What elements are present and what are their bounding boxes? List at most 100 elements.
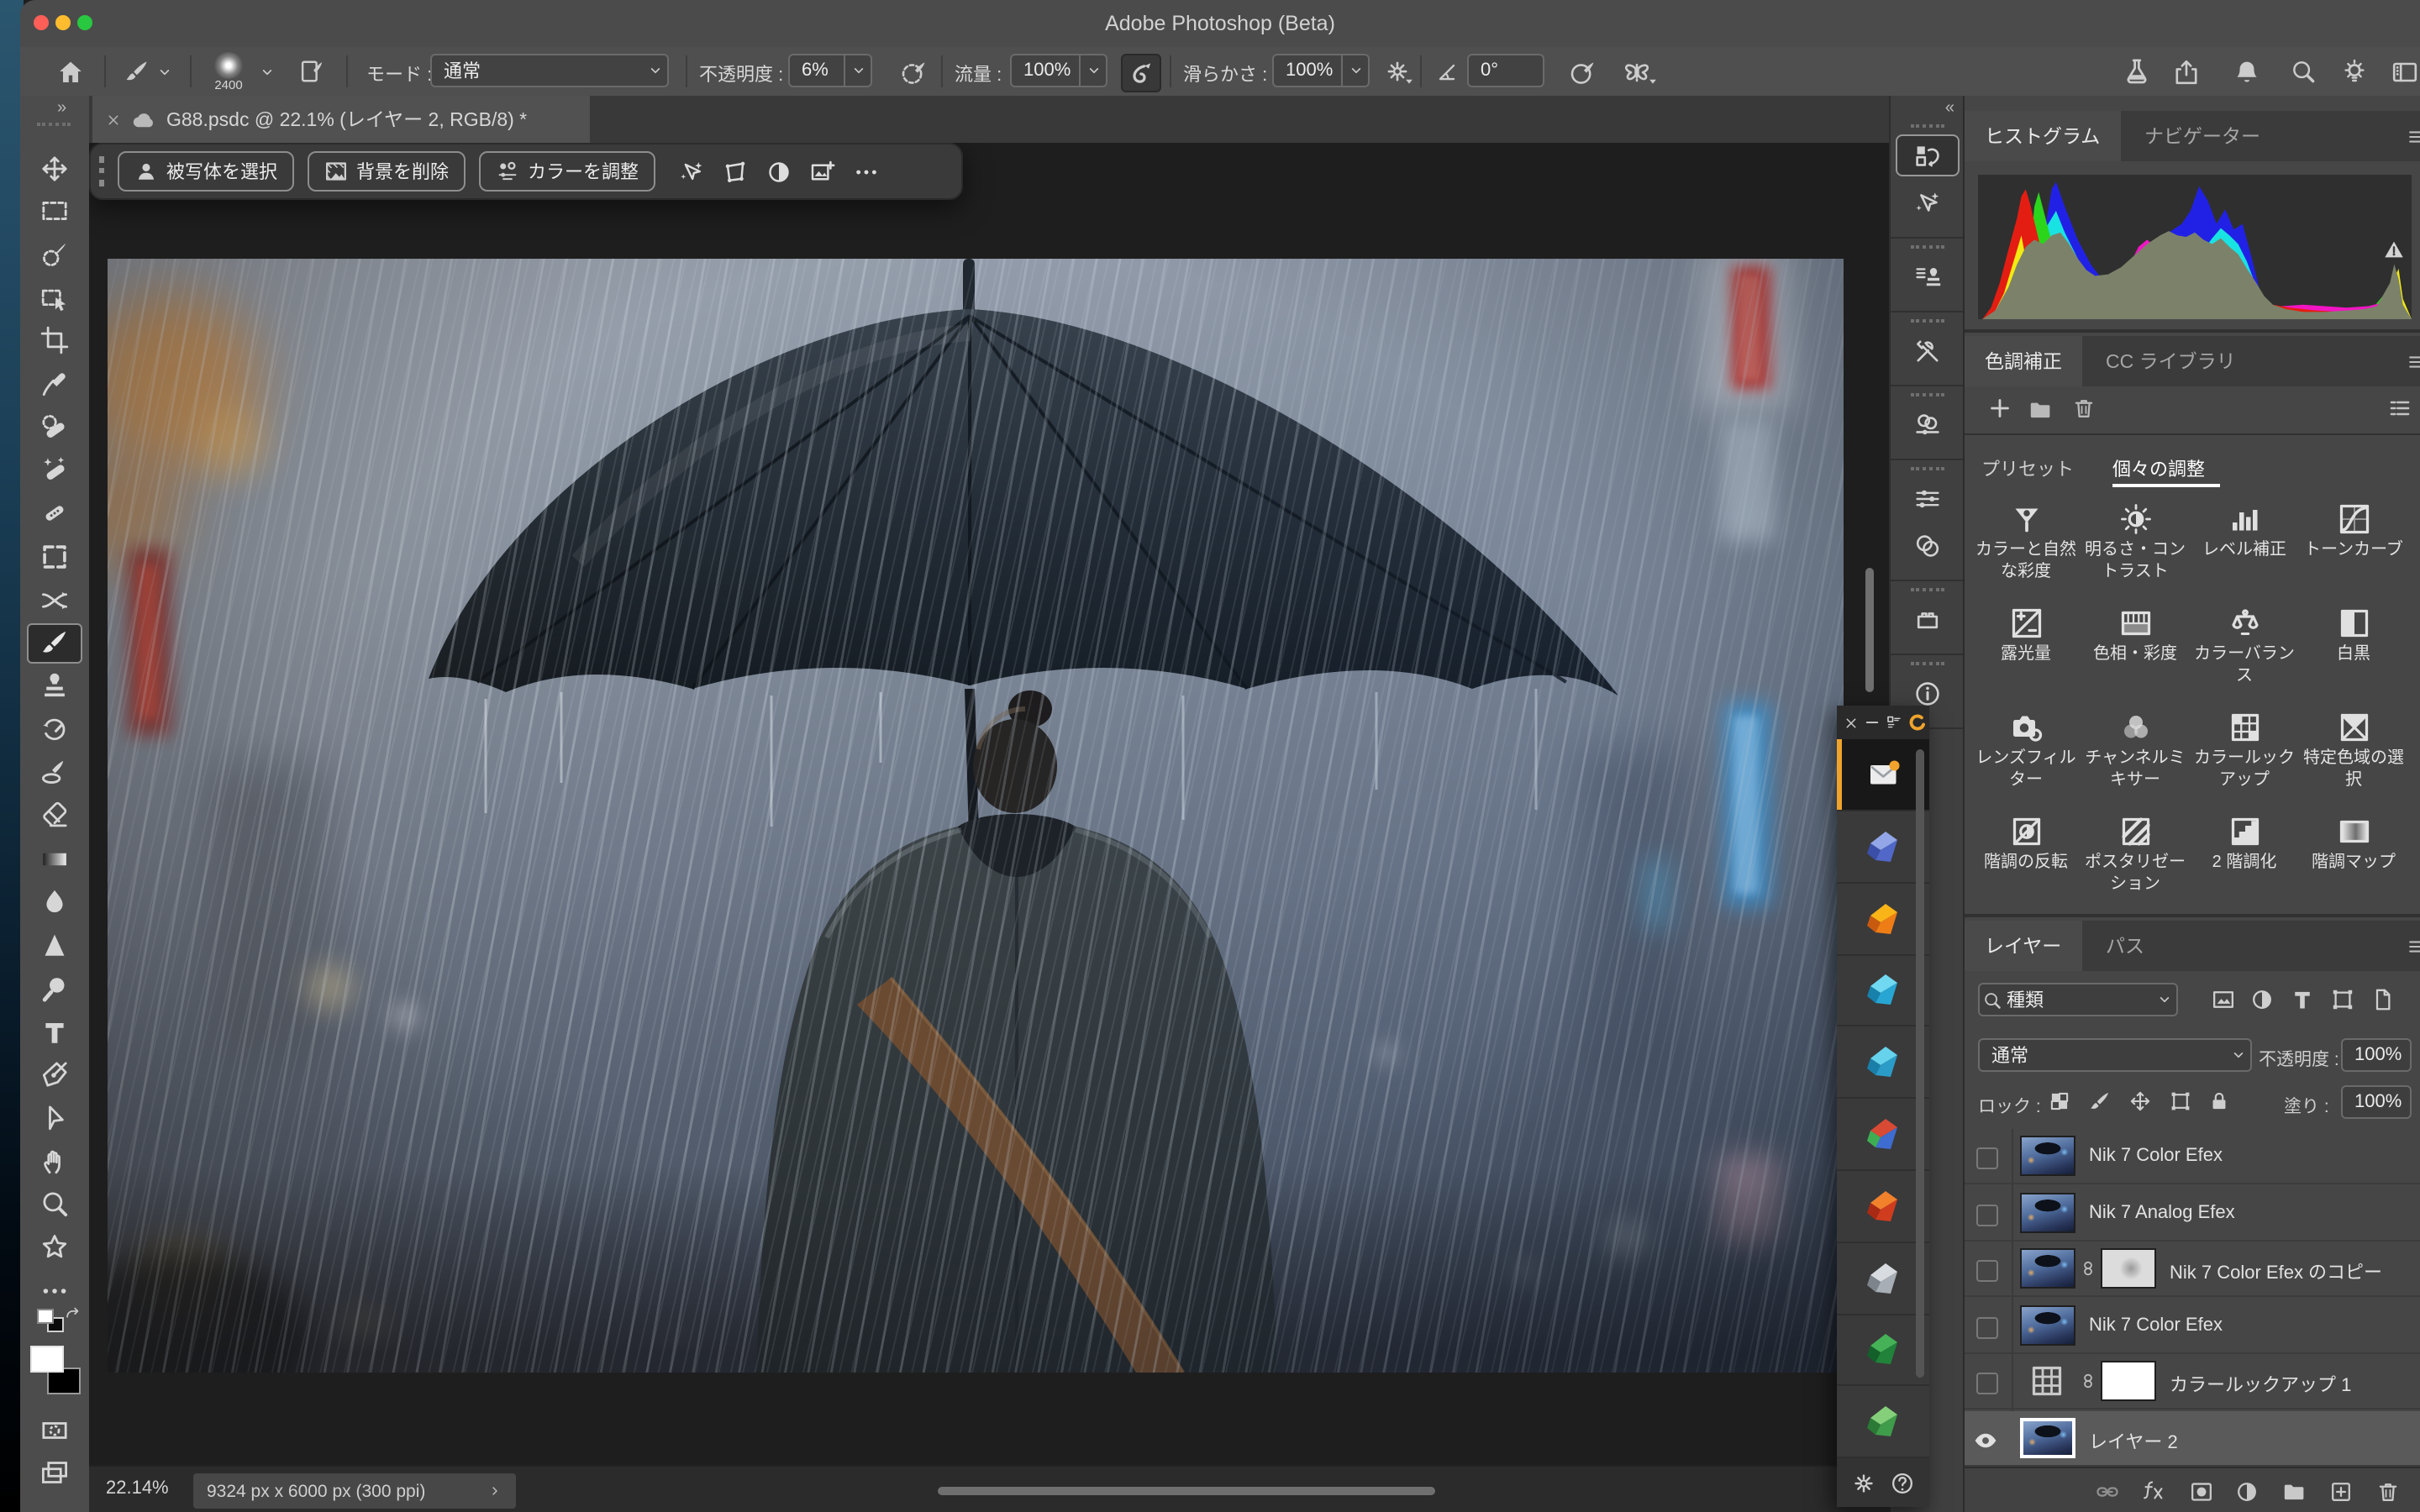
adjustment-color-vibrance[interactable]: カラーと自然な彩度 [1975,499,2077,583]
dock-grip[interactable] [1911,319,1944,323]
dock-grip[interactable] [1911,588,1944,591]
adjustment-curves[interactable]: トーンカーブ [2302,499,2405,562]
layer-name[interactable]: Nik 7 Color Efex [2089,1315,2223,1335]
brush-angle-input[interactable]: 0° [1467,54,1544,87]
layer-row[interactable]: レイヤー 2 [1965,1410,2420,1466]
new-group-icon[interactable] [2282,1480,2306,1504]
tool-spot-healing[interactable] [27,407,82,447]
dock-adjustments-sliders-icon[interactable] [1896,477,1960,519]
discover-lightbulb-icon[interactable] [2336,54,2373,89]
visibility-toggle-empty[interactable] [1976,1260,1998,1282]
chevron-down-icon[interactable] [255,54,279,89]
share-icon[interactable] [2168,54,2205,89]
tool-sharpen[interactable] [27,925,82,965]
layer-thumbnail[interactable] [2020,1305,2075,1345]
mask-link-icon[interactable] [2081,1368,2096,1394]
airbrush-toggle-icon[interactable] [1121,54,1161,92]
dock-grip[interactable] [1911,393,1944,396]
tool-pen[interactable] [27,1054,82,1095]
flow-input[interactable]: 100% [1010,54,1107,87]
layer-row[interactable]: Nik 7 Color Efex [1965,1298,2420,1353]
status-chevron-icon[interactable] [487,1483,502,1499]
lock-artboard-icon[interactable] [2170,1090,2191,1112]
tool-blur[interactable] [27,882,82,922]
layer-thumbnail[interactable] [2020,1136,2075,1176]
document-info[interactable]: 9324 px x 6000 px (300 ppi) [193,1473,516,1509]
adjustment-channel-mixer[interactable]: チャンネルミキサー [2084,707,2186,791]
adjustments-tab[interactable]: 色調補正 [1965,336,2082,386]
panel-menu-icon[interactable] [2407,126,2420,148]
filter-smart-objects-icon[interactable] [2371,988,2395,1011]
swap-colors-icon[interactable] [64,1305,82,1324]
adjustment-brightness-contrast[interactable]: 明るさ・コントラスト [2084,499,2186,583]
layer-name[interactable]: レイヤー 2 [2089,1427,2178,1454]
link-layers-icon[interactable] [2096,1480,2119,1504]
layer-thumbnail[interactable] [2020,1248,2075,1289]
tool-mixer-brush[interactable] [27,753,82,793]
smoothing-input[interactable]: 100% [1272,54,1370,87]
adjustment-black-white[interactable]: 白黒 [2302,603,2405,666]
tool-dodge[interactable] [27,969,82,1009]
taskbar-add-image-icon[interactable] [800,159,844,184]
dock-expand-button[interactable]: « [1945,99,1954,118]
visibility-toggle-empty[interactable] [1976,1373,1998,1394]
tool-crop[interactable] [27,321,82,361]
brush-tool-preset-icon[interactable] [118,54,155,89]
new-layer-icon[interactable] [2329,1480,2353,1504]
toolbar-collapse-button[interactable]: » [57,99,66,118]
adjustment-color-lookup[interactable]: カラールックアップ [2193,707,2296,791]
layer-fill-input[interactable]: 100% [2341,1085,2412,1119]
layer-row[interactable]: Nik 7 Color Efex [1965,1129,2420,1184]
adjustment-hue-saturation[interactable]: 色相・彩度 [2084,603,2186,666]
tool-hand[interactable] [27,1141,82,1181]
mask-link-icon[interactable] [2081,1255,2096,1282]
add-layer-mask-icon[interactable] [2190,1480,2213,1504]
layer-thumbnail[interactable] [2020,1192,2075,1232]
taskbar-drag-handle[interactable] [91,156,118,186]
lock-all-icon[interactable] [2208,1090,2230,1112]
tool-selection-brush[interactable] [27,234,82,275]
adjustment-invert[interactable]: 階調の反転 [1975,811,2077,874]
tool-gradient[interactable] [27,838,82,879]
layer-row[interactable]: Nik 7 Color Efex のコピー [1965,1242,2420,1297]
chevron-down-icon[interactable] [153,54,176,89]
tool-swap[interactable] [27,580,82,620]
tool-move[interactable] [27,148,82,188]
zoom-level[interactable]: 22.14% [106,1478,169,1499]
adjustments-tab[interactable]: CC ライブラリ [2086,336,2256,386]
notifications-bell-icon[interactable] [2228,54,2265,89]
adjustment-gradient-map[interactable]: 階調マップ [2302,811,2405,874]
filter-adjustment-layers-icon[interactable] [2250,988,2274,1011]
layer-blend-mode-select[interactable]: 通常 [1978,1038,2252,1072]
lock-transparency-icon[interactable] [2049,1090,2070,1112]
color-lookup-grid-icon[interactable] [2030,1364,2064,1398]
list-view-icon[interactable] [2388,396,2412,420]
tool-type[interactable] [27,1011,82,1052]
tool-remove-tool[interactable] [27,450,82,491]
new-group-folder-icon[interactable] [2028,398,2052,422]
adjust-color-button[interactable]: カラーを調整 [479,151,655,192]
new-adjustment-layer-icon[interactable] [2235,1480,2259,1504]
dock-plugins-icon[interactable] [1896,598,1960,640]
taskbar-transform-distort-icon[interactable] [713,159,756,184]
visibility-toggle-empty[interactable] [1976,1147,1998,1169]
layer-style-fx-icon[interactable] [2143,1478,2166,1502]
dock-layer-comps-icon[interactable] [1896,403,1960,445]
color-swatches[interactable] [30,1346,81,1399]
dock-clone-source-icon[interactable] [1896,255,1960,297]
foreground-color-swatch[interactable] [30,1346,64,1373]
layer-thumbnail[interactable] [2020,1417,2075,1457]
tool-frame[interactable] [27,537,82,577]
tool-shapes[interactable] [27,1227,82,1268]
taskbar-generative-wand-icon[interactable] [669,159,713,184]
filter-type-layers-icon[interactable] [2291,988,2314,1011]
document-image[interactable] [108,259,1844,1373]
adjustment-photo-filter[interactable]: レンズフィルター [1975,707,2077,791]
filter-pixel-layers-icon[interactable] [2212,988,2235,1011]
layer-name[interactable]: Nik 7 Analog Efex [2089,1202,2235,1222]
dock-grip[interactable] [1911,124,1944,128]
search-icon[interactable] [2284,54,2321,89]
opacity-input[interactable]: 6% [788,54,872,87]
dock-generative-wand-icon[interactable] [1896,181,1960,223]
canvas-area[interactable]: 被写体を選択背景を削除カラーを調整 22.14% 9324 px x 6000 … [89,143,1889,1512]
